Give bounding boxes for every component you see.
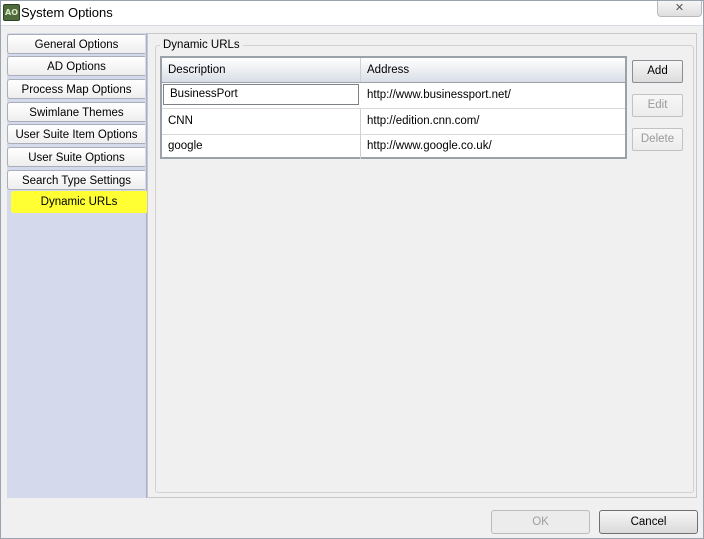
column-header-address[interactable]: Address [361,58,625,82]
close-icon: ✕ [674,2,685,14]
column-header-description[interactable]: Description [162,58,361,82]
app-logo-icon: AO [3,4,20,21]
delete-button[interactable]: Delete [632,128,683,151]
address-cell[interactable]: http://www.google.co.uk/ [361,134,625,159]
tab-dynamic-urls[interactable]: Dynamic URLs [11,191,147,213]
address-cell[interactable]: http://edition.cnn.com/ [361,109,625,134]
table-row[interactable]: BusinessPort http://www.businessport.net… [162,83,625,109]
tab-process-map-options[interactable]: Process Map Options [7,79,145,99]
tab-ad-options[interactable]: AD Options [7,56,145,76]
table-row[interactable]: google http://www.google.co.uk/ [162,134,625,159]
description-cell-editor[interactable]: BusinessPort [163,84,359,105]
title-bar[interactable]: AO System Options ✕ [1,1,703,26]
tab-search-type-settings[interactable]: Search Type Settings [7,170,145,190]
description-cell[interactable]: CNN [162,109,361,134]
tab-swimlane-themes[interactable]: Swimlane Themes [7,102,145,122]
tab-general-options[interactable]: General Options [7,34,145,54]
edit-button[interactable]: Edit [632,94,683,117]
add-button[interactable]: Add [632,60,683,83]
content-panel: Dynamic URLs Description Address Busines… [147,33,697,498]
cancel-button[interactable]: Cancel [599,510,698,534]
ok-button[interactable]: OK [491,510,590,534]
tab-user-suite-options[interactable]: User Suite Options [7,147,145,167]
tab-user-suite-item-options[interactable]: User Suite Item Options [7,124,145,144]
table-header: Description Address [162,58,625,83]
urls-table: Description Address BusinessPort http://… [160,56,627,159]
table-row[interactable]: CNN http://edition.cnn.com/ [162,109,625,135]
system-options-window: AO System Options ✕ General Options AD O… [0,0,704,539]
group-title: Dynamic URLs [160,39,243,51]
close-button[interactable]: ✕ [657,1,702,17]
description-cell[interactable]: google [162,134,361,159]
address-cell[interactable]: http://www.businessport.net/ [361,83,625,108]
window-title: System Options [21,5,113,20]
